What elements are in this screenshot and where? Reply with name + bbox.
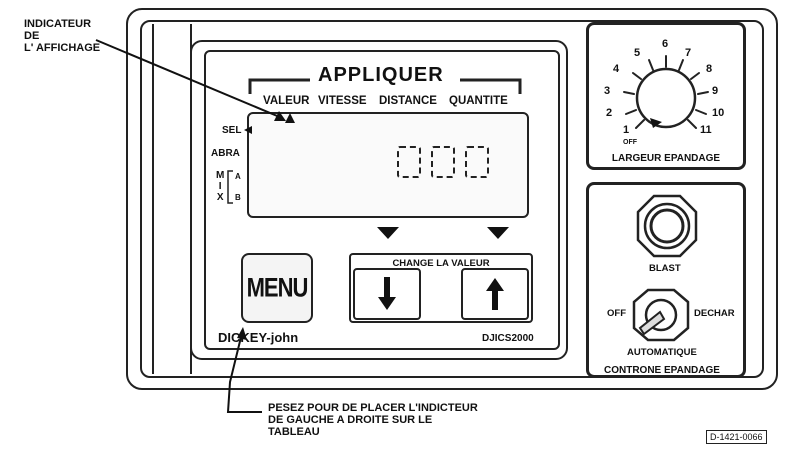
figure-id: D-1421-0066 [706,430,767,444]
callout-leader-lines [95,39,286,413]
menu-callout: PESEZ POUR DE PLACER L'INDICTEUR DE GAUC… [268,402,478,438]
